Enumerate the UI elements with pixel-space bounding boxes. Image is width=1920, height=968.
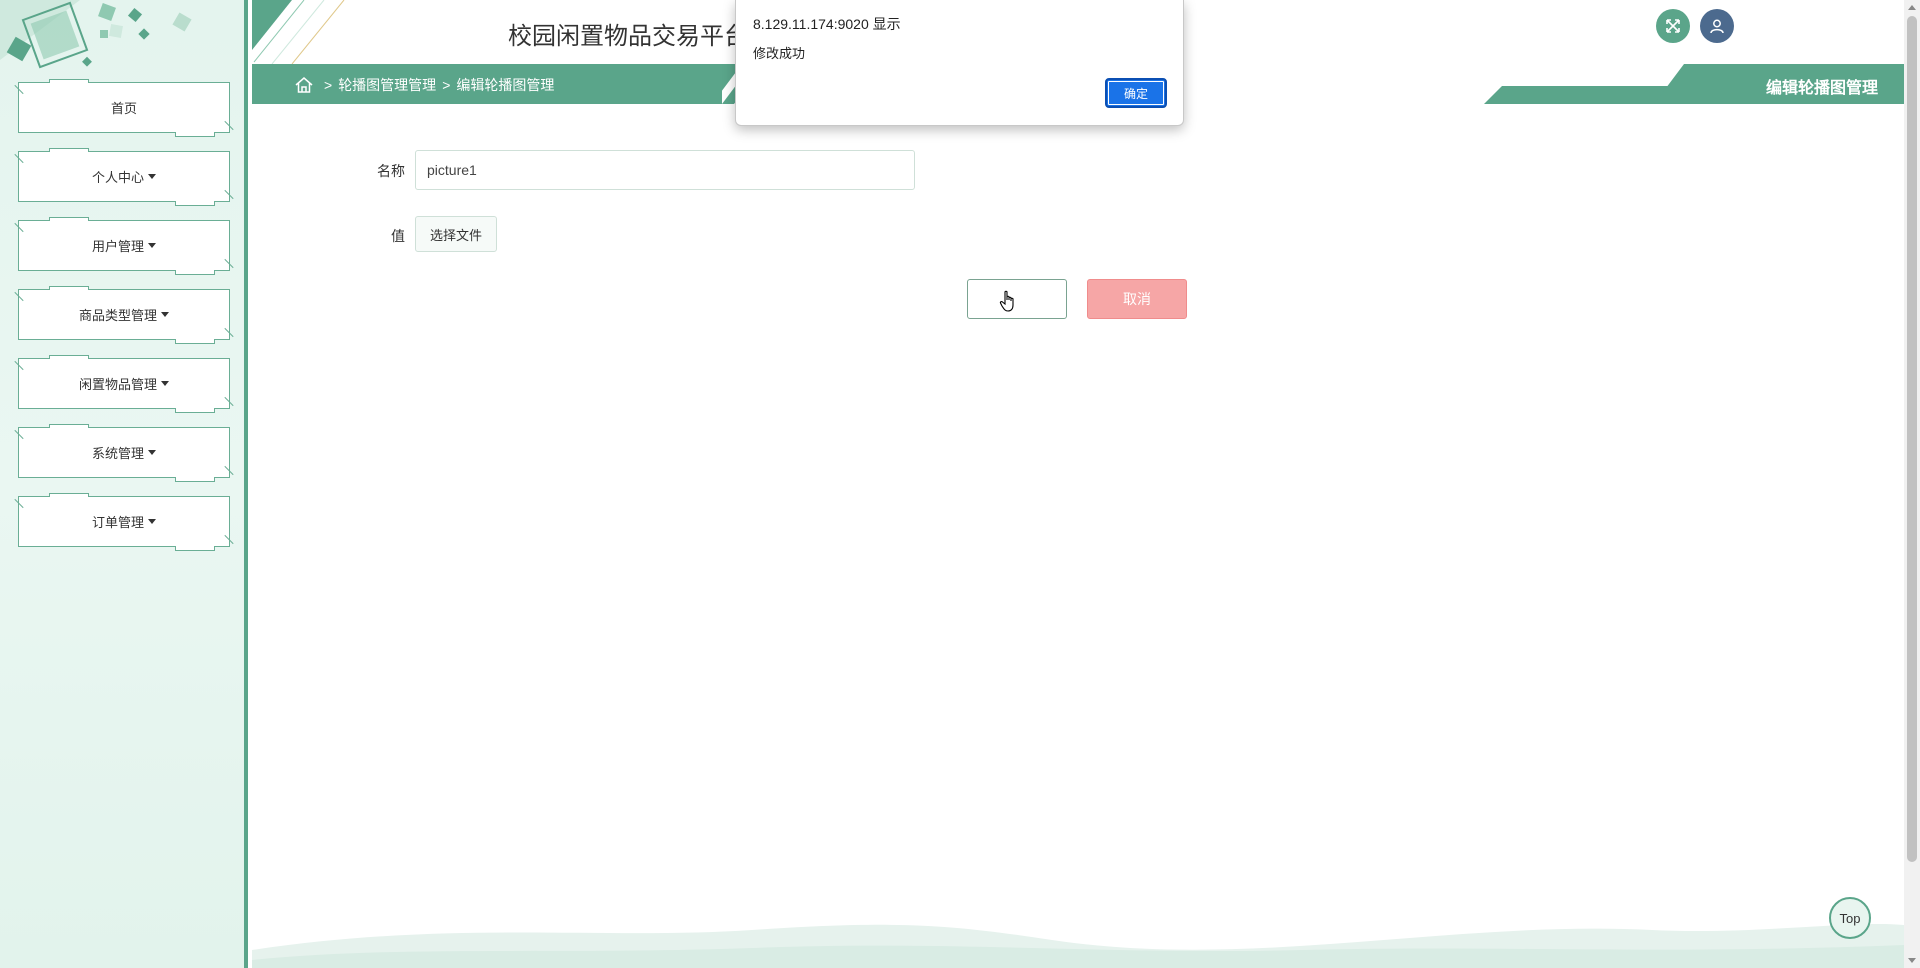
fullscreen-button[interactable]	[1656, 9, 1690, 43]
menu-tab-deco	[49, 355, 89, 359]
menu-tab-deco	[175, 270, 215, 275]
site-title: 校园闲置物品交易平台	[508, 22, 748, 50]
sidebar-item-label: 订单管理	[91, 515, 144, 530]
sidebar-item-label: 首页	[110, 101, 137, 116]
caret-down-icon	[161, 381, 169, 386]
choose-file-button[interactable]: 选择文件	[415, 216, 497, 252]
dialog-title: 8.129.11.174:9020 显示	[753, 16, 901, 32]
caret-down-icon	[161, 312, 169, 317]
user-button[interactable]	[1700, 9, 1734, 43]
bottom-wave-decoration	[252, 923, 1904, 968]
sidebar-item-personal-center[interactable]: 个人中心	[18, 148, 230, 206]
sidebar-item-label: 闲置物品管理	[78, 377, 157, 392]
hand-cursor-icon	[999, 290, 1014, 312]
caret-down-icon	[148, 450, 156, 455]
breadcrumb-separator: >	[442, 77, 451, 93]
name-input-value: picture1	[427, 162, 477, 178]
value-label: 值	[391, 228, 405, 244]
user-icon	[1710, 19, 1724, 34]
menu-tab-deco	[49, 217, 89, 221]
caret-down-icon	[148, 174, 156, 179]
breadcrumb-separator: >	[324, 77, 333, 93]
menu-tab-deco	[49, 493, 89, 497]
sidebar-item-user-management[interactable]: 用户管理	[18, 217, 230, 275]
sidebar-item-label: 系统管理	[91, 446, 144, 461]
menu-tab-deco	[175, 339, 215, 344]
sidebar-item-label: 用户管理	[91, 239, 144, 254]
sidebar-item-order-management[interactable]: 订单管理	[18, 493, 230, 551]
menu-tab-deco	[175, 546, 215, 551]
page-heading: 编辑轮播图管理	[1765, 80, 1878, 97]
scrollbar-thumb[interactable]	[1907, 16, 1917, 862]
name-input[interactable]: picture1	[415, 150, 915, 190]
home-icon[interactable]	[294, 76, 314, 94]
menu-tab-deco	[49, 148, 89, 152]
menu-tab-deco	[175, 132, 215, 137]
caret-down-icon	[148, 243, 156, 248]
sidebar: 首页 个人中心 用户管理 商品类型管理 闲置物品管理 系统管理 订单管理	[0, 0, 248, 968]
sidebar-item-label: 商品类型管理	[78, 308, 157, 323]
breadcrumb-carousel-management[interactable]: 轮播图管理管理	[338, 75, 436, 95]
breadcrumb: > 轮播图管理管理 > 编辑轮播图管理	[294, 75, 554, 95]
menu-tab-deco	[49, 286, 89, 290]
sidebar-item-idle-item-management[interactable]: 闲置物品管理	[18, 355, 230, 413]
sidebar-item-label: 个人中心	[91, 170, 144, 185]
dialog-message: 修改成功	[753, 46, 806, 61]
menu-tab-deco	[175, 408, 215, 413]
sidebar-menu: 首页 个人中心 用户管理 商品类型管理 闲置物品管理 系统管理 订单管理	[18, 79, 230, 565]
sidebar-item-system-management[interactable]: 系统管理	[18, 424, 230, 482]
sidebar-item-product-type-management[interactable]: 商品类型管理	[18, 286, 230, 344]
breadcrumb-current: 编辑轮播图管理	[456, 77, 555, 93]
scroll-down-icon[interactable]	[1908, 958, 1916, 963]
page-scrollbar[interactable]	[1904, 0, 1920, 968]
submit-button[interactable]	[967, 279, 1067, 319]
back-to-top-button[interactable]: Top	[1829, 897, 1871, 939]
header-stripes-decoration	[252, 0, 345, 64]
cancel-button[interactable]: 取消	[1087, 279, 1187, 319]
menu-tab-deco	[49, 79, 89, 83]
dialog-ok-button[interactable]: 确定	[1105, 78, 1167, 108]
caret-down-icon	[148, 519, 156, 524]
scroll-up-icon[interactable]	[1908, 5, 1916, 10]
menu-tab-deco	[175, 477, 215, 482]
alert-dialog: 8.129.11.174:9020 显示 修改成功 确定	[735, 0, 1184, 126]
menu-tab-deco	[49, 424, 89, 428]
menu-tab-deco	[175, 201, 215, 206]
fullscreen-icon	[1666, 19, 1680, 33]
sidebar-item-home[interactable]: 首页	[18, 79, 230, 137]
name-label: 名称	[377, 163, 405, 179]
